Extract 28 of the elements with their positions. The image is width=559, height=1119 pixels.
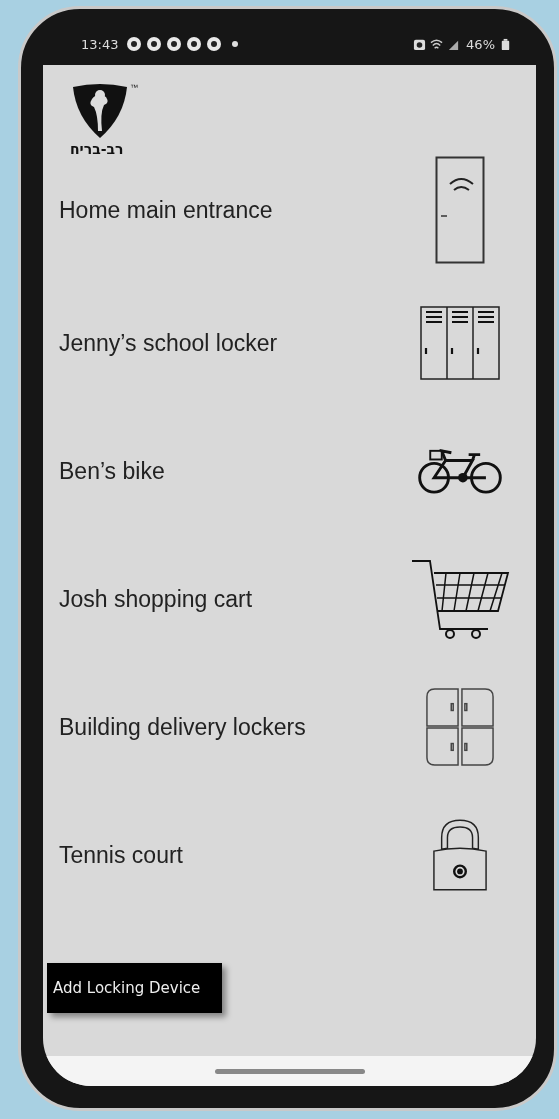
wifi-icon bbox=[430, 37, 444, 51]
device-name[interactable]: Home main entrance bbox=[59, 196, 273, 224]
lockers-cabinet-icon bbox=[425, 687, 495, 767]
shopping-cart-icon bbox=[410, 559, 510, 639]
notification-icon bbox=[126, 36, 143, 52]
notification-icon bbox=[146, 36, 163, 52]
status-time: 13:43 bbox=[81, 36, 119, 52]
padlock-icon bbox=[432, 818, 488, 892]
add-device-button[interactable]: Add Locking Device bbox=[47, 962, 223, 1013]
trademark-mark: ™ bbox=[130, 83, 138, 92]
device-name[interactable]: Ben’s bike bbox=[59, 457, 165, 485]
notification-icon bbox=[166, 36, 183, 52]
battery-percent: 46% bbox=[466, 36, 495, 52]
device-name[interactable]: Building delivery lockers bbox=[59, 713, 306, 741]
alarm-icon bbox=[413, 37, 427, 51]
more-notifications-icon bbox=[232, 41, 239, 47]
logo-text: רב-בריח bbox=[70, 141, 124, 157]
shield-logo-icon bbox=[70, 83, 130, 139]
bicycle-icon bbox=[416, 447, 504, 495]
lockers-icon bbox=[420, 306, 500, 380]
door-icon bbox=[435, 156, 485, 264]
notification-icon bbox=[186, 36, 203, 52]
device-name[interactable]: Jenny’s school locker bbox=[59, 329, 278, 357]
device-name[interactable]: Josh shopping cart bbox=[59, 585, 253, 613]
notification-icon bbox=[206, 36, 223, 52]
home-indicator[interactable] bbox=[214, 1068, 365, 1074]
device-name[interactable]: Tennis court bbox=[59, 841, 183, 869]
battery-icon bbox=[499, 37, 512, 51]
